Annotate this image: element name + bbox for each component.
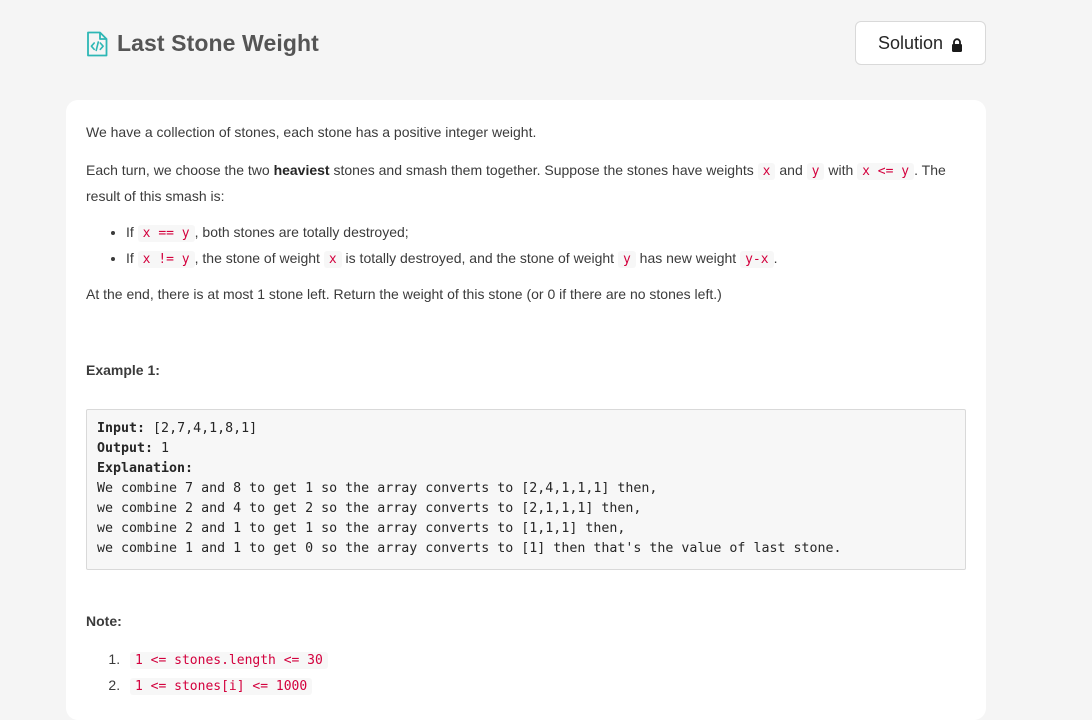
inline-code: y bbox=[617, 251, 636, 268]
text-span: stones and smash them together. Suppose … bbox=[329, 162, 758, 178]
inline-code: y bbox=[806, 163, 825, 180]
explanation-line: we combine 2 and 1 to get 1 so the array… bbox=[97, 521, 626, 537]
explanation-line: we combine 2 and 4 to get 2 so the array… bbox=[97, 501, 642, 517]
text-span: and bbox=[775, 162, 807, 178]
inline-code: x <= y bbox=[857, 163, 915, 180]
text-span: Each turn, we choose the two bbox=[86, 162, 274, 178]
problem-description: We have a collection of stones, each sto… bbox=[66, 100, 986, 720]
list-item: If x == y, both stones are totally destr… bbox=[126, 220, 777, 246]
constraint-code: 1 <= stones.length <= 30 bbox=[130, 652, 328, 669]
text-span: , the stone of weight bbox=[194, 250, 324, 266]
input-value: [2,7,4,1,8,1] bbox=[145, 421, 258, 437]
list-item: If x != y, the stone of weight x is tota… bbox=[126, 246, 777, 272]
text-span: , both stones are totally destroyed; bbox=[194, 224, 409, 240]
list-item: 1 <= stones.length <= 30 bbox=[124, 647, 328, 673]
lock-icon bbox=[951, 36, 963, 52]
inline-code: x bbox=[323, 251, 342, 268]
text-span: with bbox=[824, 162, 858, 178]
text-span: is totally destroyed, and the stone of w… bbox=[341, 250, 618, 266]
description-paragraph-3: At the end, there is at most 1 stone lef… bbox=[86, 286, 722, 302]
explanation-line: We combine 7 and 8 to get 1 so the array… bbox=[97, 481, 658, 497]
text-span: If bbox=[126, 224, 138, 240]
solution-button[interactable]: Solution bbox=[855, 21, 986, 65]
code-file-icon bbox=[86, 31, 108, 57]
note-heading: Note: bbox=[86, 613, 122, 629]
text-span: . bbox=[773, 250, 778, 266]
inline-code: x == y bbox=[137, 225, 195, 242]
example-heading: Example 1: bbox=[86, 362, 160, 378]
description-paragraph-1: We have a collection of stones, each sto… bbox=[86, 124, 537, 140]
solution-button-label: Solution bbox=[877, 32, 944, 53]
page-title: Last Stone Weight bbox=[117, 30, 319, 56]
bold-heaviest: heaviest bbox=[273, 162, 330, 178]
inline-code: x bbox=[757, 163, 776, 180]
inline-code: y-x bbox=[740, 251, 774, 268]
explanation-label: Explanation: bbox=[97, 461, 194, 477]
list-item: 1 <= stones[i] <= 1000 bbox=[124, 673, 328, 699]
description-paragraph-2: Each turn, we choose the two heaviest st… bbox=[86, 158, 966, 208]
text-span: has new weight bbox=[635, 250, 741, 266]
output-label: Output: bbox=[97, 441, 154, 457]
title-group: Last Stone Weight bbox=[86, 30, 319, 57]
example-code-block: Input: [2,7,4,1,8,1] Output: 1 Explanati… bbox=[86, 409, 966, 571]
smash-rules-list: If x == y, both stones are totally destr… bbox=[86, 220, 777, 272]
constraint-code: 1 <= stones[i] <= 1000 bbox=[130, 678, 313, 695]
explanation-line: we combine 1 and 1 to get 0 so the array… bbox=[97, 541, 842, 557]
constraints-list: 1 <= stones.length <= 30 1 <= stones[i] … bbox=[86, 647, 328, 699]
inline-code: x != y bbox=[137, 251, 195, 268]
problem-header: Last Stone Weight Solution bbox=[0, 0, 1092, 90]
output-value: 1 bbox=[153, 441, 170, 457]
input-label: Input: bbox=[97, 421, 146, 437]
text-span: If bbox=[126, 250, 138, 266]
